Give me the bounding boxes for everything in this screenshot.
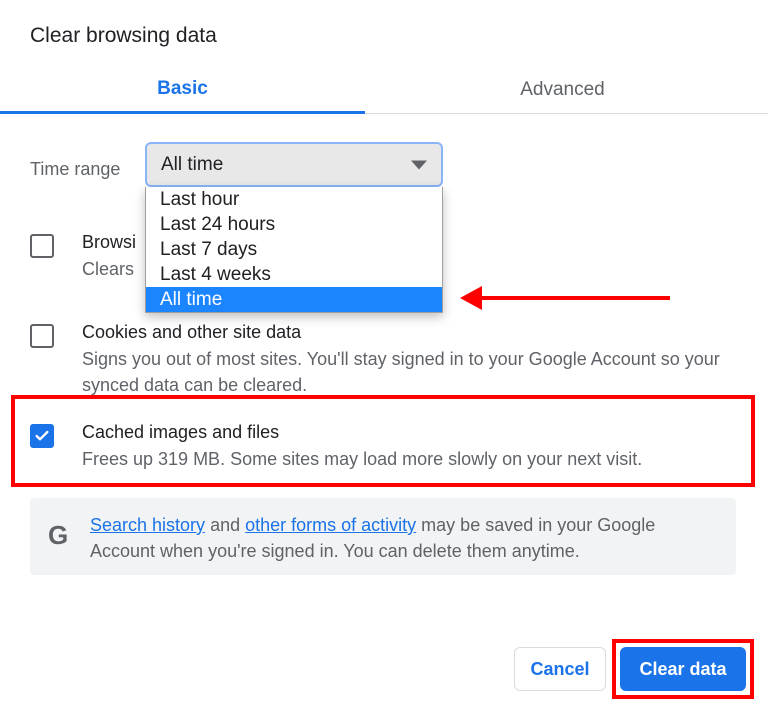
tab-advanced[interactable]: Advanced [365, 66, 760, 114]
time-range-dropdown: Last hour Last 24 hours Last 7 days Last… [145, 187, 443, 313]
time-range-label: Time range [30, 159, 120, 180]
link-other-activity[interactable]: other forms of activity [245, 515, 416, 535]
info-text: Search history and other forms of activi… [90, 512, 718, 561]
time-range-option-last-4-weeks[interactable]: Last 4 weeks [146, 262, 442, 287]
option-desc: Signs you out of most sites. You'll stay… [82, 346, 742, 398]
time-range-option-last-hour[interactable]: Last hour [146, 187, 442, 212]
option-title: Cookies and other site data [82, 318, 742, 346]
google-logo-icon: G [48, 520, 74, 546]
cancel-button[interactable]: Cancel [514, 647, 606, 691]
time-range-option-last-24-hours[interactable]: Last 24 hours [146, 212, 442, 237]
link-search-history[interactable]: Search history [90, 515, 205, 535]
option-desc: Frees up 319 MB. Some sites may load mor… [82, 446, 642, 472]
google-account-info: G Search history and other forms of acti… [30, 498, 736, 575]
check-icon [34, 428, 50, 444]
clear-data-button[interactable]: Clear data [620, 647, 746, 691]
option-desc: Clears [82, 256, 136, 282]
option-title: Browsi [82, 228, 136, 256]
checkbox-browsing-history[interactable] [30, 234, 54, 258]
tab-bar: Basic Advanced [0, 66, 768, 114]
clear-browsing-data-dialog: Clear browsing data Basic Advanced Time … [0, 0, 768, 712]
time-range-option-last-7-days[interactable]: Last 7 days [146, 237, 442, 262]
tab-basic[interactable]: Basic [0, 66, 365, 114]
chevron-down-icon [411, 160, 427, 169]
dialog-footer: Cancel Clear data [0, 638, 768, 700]
checkbox-cached[interactable] [30, 424, 54, 448]
arrow-left-icon [460, 286, 482, 310]
time-range-option-all-time[interactable]: All time [146, 287, 442, 312]
time-range-select[interactable]: All time [145, 142, 443, 187]
option-title: Cached images and files [82, 418, 642, 446]
checkbox-cookies[interactable] [30, 324, 54, 348]
time-range-selected-value: All time [161, 154, 223, 176]
annotation-arrow [460, 292, 670, 302]
dialog-title: Clear browsing data [30, 24, 217, 48]
